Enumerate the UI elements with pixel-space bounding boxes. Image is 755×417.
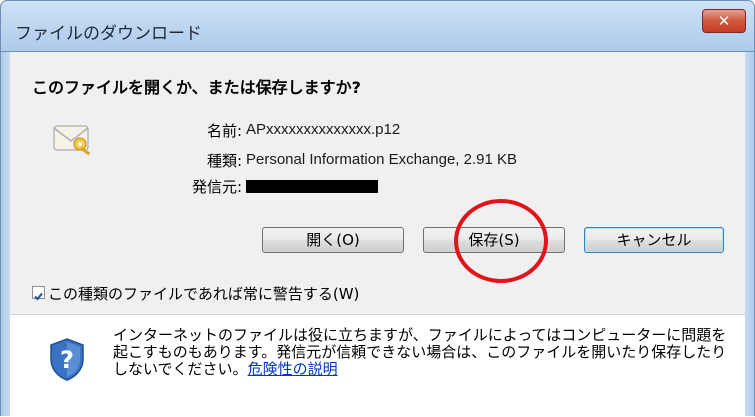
warning-message: インターネットのファイルは役に立ちますが、ファイルによってはコンピューターに問題… xyxy=(113,326,727,378)
security-warning-panel: ? インターネットのファイルは役に立ちますが、ファイルによってはコンピューターに… xyxy=(10,314,745,417)
file-type-value: Personal Information Exchange, 2.91 KB xyxy=(246,151,517,168)
file-download-dialog: ファイルのダウンロード ✕ このファイルを開くか、または保存しますか? 名前: … xyxy=(0,0,755,417)
file-name-label: 名前: xyxy=(206,122,242,140)
security-warning-text: インターネットのファイルは役に立ちますが、ファイルによってはコンピューターに問題… xyxy=(113,327,733,378)
file-from-label: 発信元: xyxy=(191,178,242,196)
close-button[interactable]: ✕ xyxy=(702,9,746,33)
risk-explanation-link[interactable]: 危険性の説明 xyxy=(248,360,338,378)
window-title: ファイルのダウンロード xyxy=(15,24,202,44)
checkmark-icon xyxy=(34,292,43,301)
warn-checkbox[interactable] xyxy=(32,286,45,301)
file-name-value: APxxxxxxxxxxxxxx.p12 xyxy=(246,121,401,138)
file-type-label: 種類: xyxy=(206,152,242,170)
svg-text:?: ? xyxy=(60,346,74,374)
shield-question-icon: ? xyxy=(50,338,84,381)
dialog-question: このファイルを開くか、または保存しますか? xyxy=(32,78,361,97)
redacted-source xyxy=(246,180,378,193)
window-frame-left xyxy=(0,52,10,416)
certificate-file-icon xyxy=(53,125,91,156)
highlight-circle xyxy=(454,199,548,283)
open-button[interactable]: 開く(O) xyxy=(262,227,404,253)
window-frame-right xyxy=(745,52,755,416)
title-bar[interactable]: ファイルのダウンロード ✕ xyxy=(0,0,755,52)
dialog-body: このファイルを開くか、または保存しますか? 名前: APxxxxxxxxxxxx… xyxy=(10,52,745,417)
cancel-button[interactable]: キャンセル xyxy=(584,227,724,253)
warn-checkbox-label[interactable]: この種類のファイルであれば常に警告する(W) xyxy=(48,283,359,304)
